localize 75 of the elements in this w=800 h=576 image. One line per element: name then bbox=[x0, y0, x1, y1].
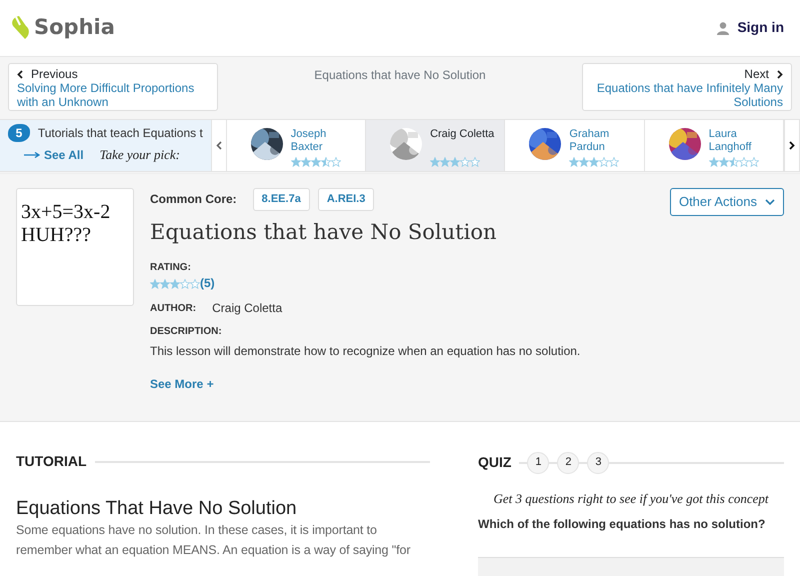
star-icon bbox=[170, 278, 180, 289]
tutorials-heading: Tutorials that teach Equations t bbox=[38, 124, 203, 142]
section-heading: QUIZ bbox=[478, 453, 512, 472]
previous-label: Previous bbox=[31, 67, 78, 81]
logo-text: Sophia bbox=[34, 14, 115, 42]
tagline: Take your pick: bbox=[100, 146, 180, 164]
lesson-thumbnail: 3x+5=3x-2 HUH??? bbox=[16, 188, 134, 306]
rating-label: RATING: bbox=[150, 261, 192, 276]
star-icon bbox=[748, 157, 759, 167]
star-icon bbox=[320, 157, 331, 167]
author-name: Graham Pardun bbox=[569, 128, 610, 154]
scroll-right-button[interactable] bbox=[784, 120, 800, 171]
author-name: Craig Coletta bbox=[212, 300, 282, 317]
see-more-link[interactable]: See More + bbox=[150, 376, 214, 393]
standard-tag[interactable]: 8.EE.7a bbox=[252, 188, 310, 212]
star-icon bbox=[599, 157, 610, 167]
caret-icon bbox=[765, 199, 775, 206]
chevron-right-icon bbox=[776, 70, 783, 78]
star-icon bbox=[569, 157, 580, 167]
star-icon bbox=[430, 157, 440, 167]
chevron-right-icon bbox=[789, 141, 796, 150]
quiz-step[interactable]: 1 bbox=[527, 452, 550, 474]
previous-lesson-title: Solving More Difficult Proportions with an Unknown bbox=[17, 81, 196, 109]
other-actions-button[interactable]: Other Actions bbox=[670, 188, 784, 216]
chevron-left-icon bbox=[17, 70, 23, 78]
star-icon bbox=[310, 157, 321, 167]
star-icon bbox=[330, 157, 341, 167]
next-label: Next bbox=[744, 67, 769, 81]
star-icon bbox=[180, 278, 190, 289]
star-icon bbox=[300, 157, 311, 167]
lesson-title: Equations that have No Solution bbox=[150, 220, 498, 246]
next-lesson-title: Equations that have Infinitely Many Solutions bbox=[596, 81, 783, 109]
star-icon bbox=[150, 278, 160, 289]
quiz-step[interactable]: 2 bbox=[557, 452, 580, 474]
user-icon bbox=[717, 22, 730, 34]
count-badge: 5 bbox=[8, 124, 30, 142]
star-icon bbox=[290, 157, 301, 167]
sign-in-link[interactable]: Sign in bbox=[711, 17, 790, 39]
previous-link[interactable]: Previous Solving More Difficult Proportions with an Unknown bbox=[8, 63, 218, 111]
description-label: DESCRIPTION: bbox=[150, 324, 223, 339]
star-icon bbox=[738, 157, 749, 167]
quiz-step[interactable]: 3 bbox=[587, 452, 610, 474]
see-all-link[interactable]: See All bbox=[24, 146, 84, 164]
author-label: AUTHOR: bbox=[150, 302, 196, 316]
star-icon bbox=[160, 278, 170, 289]
scroll-left-button[interactable] bbox=[210, 120, 227, 171]
standard-tag[interactable]: A.REI.3 bbox=[318, 188, 374, 212]
star-icon bbox=[718, 157, 729, 167]
author-name: Laura Langhoff bbox=[708, 128, 752, 154]
author-name: Craig Coletta bbox=[430, 128, 494, 141]
quiz-question: Which of the following equations has no solution? bbox=[478, 516, 766, 533]
current-lesson-title: Equations that have No Solution bbox=[314, 67, 486, 84]
description-text: This lesson will demonstrate how to recognize when an equation has no solution. bbox=[150, 342, 582, 360]
star-icon bbox=[728, 157, 739, 167]
star-icon bbox=[440, 157, 450, 167]
common-core-label: Common Core: bbox=[150, 191, 237, 208]
star-icon bbox=[579, 157, 590, 167]
next-link[interactable]: Next Equations that have Infinitely Many Solutions bbox=[582, 63, 792, 111]
arrow-right-icon bbox=[24, 152, 40, 158]
logo-icon bbox=[10, 14, 30, 41]
star-icon bbox=[460, 157, 470, 167]
star-icon bbox=[609, 157, 620, 167]
section-heading: TUTORIAL bbox=[16, 452, 87, 471]
tutorial-card[interactable]: Craig Coletta bbox=[366, 120, 506, 171]
star-icon bbox=[190, 278, 200, 289]
star-icon bbox=[450, 157, 460, 167]
quiz-tagline: Get 3 questions right to see if you've got this concept bbox=[492, 490, 770, 508]
tutorial-text: Some equations have no solution. In these cases, it is important to remember what an equation MEANS. An equation is a way of saying "for bbox=[16, 522, 412, 560]
star-icon bbox=[589, 157, 600, 167]
star-icon bbox=[708, 157, 719, 167]
rating-count[interactable]: (5) bbox=[200, 275, 215, 292]
chevron-left-icon bbox=[216, 141, 222, 150]
author-name: Joseph Baxter bbox=[290, 128, 328, 154]
star-icon bbox=[470, 157, 480, 167]
tutorial-title: Equations That Have No Solution bbox=[16, 498, 298, 520]
